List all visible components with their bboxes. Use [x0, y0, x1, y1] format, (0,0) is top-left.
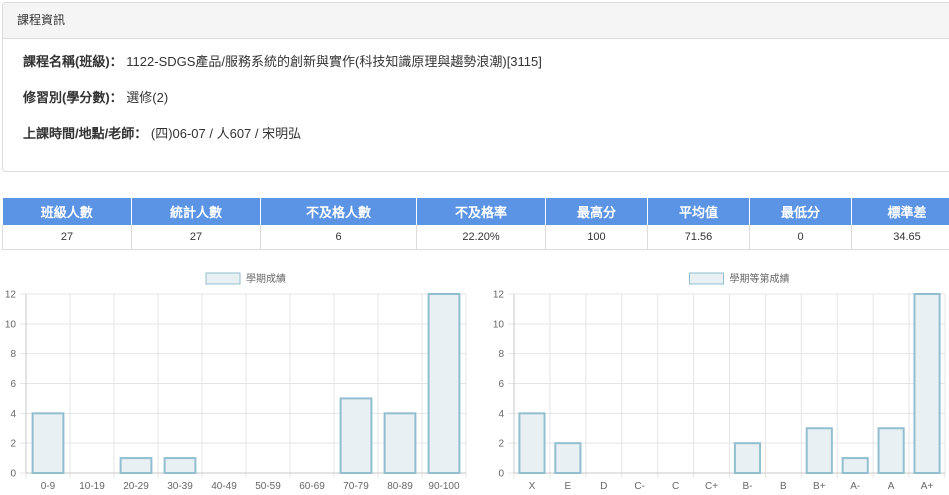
value-max-score: 100 [545, 225, 648, 250]
panel-title: 課程資訊 [3, 3, 949, 39]
statistics-value-row: 27 27 6 22.20% 100 71.56 0 34.65 [2, 225, 949, 250]
x-tick-label: A- [850, 481, 860, 492]
header-class-count: 班級人數 [2, 198, 132, 225]
y-tick-label: 2 [498, 439, 504, 450]
x-tick-label: B+ [813, 481, 826, 492]
y-tick-label: 0 [498, 469, 504, 480]
x-tick-label: D [600, 481, 607, 492]
bar-70-79 [339, 397, 373, 475]
y-tick-label: 10 [5, 319, 17, 330]
header-std-dev: 標準差 [851, 198, 949, 225]
bar-E [554, 442, 582, 475]
y-tick-label: 2 [10, 439, 16, 450]
bar-30-39 [163, 457, 197, 474]
bar-A- [841, 457, 869, 474]
course-time-label: 上課時間/地點/老師： [23, 126, 148, 141]
x-tick-label: C [672, 481, 679, 492]
x-tick-label: 30-39 [167, 481, 193, 492]
bar-A [877, 427, 905, 474]
y-tick-label: 4 [498, 409, 504, 420]
x-tick-label: C+ [705, 481, 718, 492]
bar-B+ [805, 427, 833, 474]
value-std-dev: 34.65 [851, 225, 949, 250]
y-tick-label: 12 [493, 290, 505, 301]
x-tick-label: 90-100 [428, 481, 460, 492]
value-average: 71.56 [647, 225, 750, 250]
header-stat-count: 統計人數 [131, 198, 261, 225]
header-min-score: 最低分 [749, 198, 852, 225]
statistics-header-row: 班級人數 統計人數 不及格人數 不及格率 最高分 平均值 最低分 標準差 [2, 198, 949, 225]
course-info-panel: 課程資訊 課程名稱(班級)： 1122-SDGS產品/服務系統的創新與實作(科技… [2, 2, 949, 172]
x-tick-label: X [529, 481, 536, 492]
x-tick-label: A [888, 481, 895, 492]
bar-0-9 [31, 412, 65, 474]
x-tick-label: E [565, 481, 572, 492]
value-class-count: 27 [2, 225, 132, 250]
y-tick-label: 0 [10, 469, 16, 480]
course-name-label: 課程名稱(班級)： [23, 54, 123, 69]
course-type-label: 修習別(學分數)： [23, 90, 123, 105]
course-type-value: 選修(2) [126, 90, 169, 105]
legend-label: 學期等第成績 [730, 272, 790, 285]
y-tick-label: 6 [498, 379, 504, 390]
bar-90-100 [427, 293, 461, 474]
value-fail-count: 6 [260, 225, 417, 250]
x-tick-label: B- [742, 481, 752, 492]
x-tick-label: 40-49 [211, 481, 237, 492]
y-tick-label: 6 [10, 379, 16, 390]
x-tick-label: C- [634, 481, 645, 492]
legend-swatch [689, 272, 724, 285]
value-min-score: 0 [749, 225, 852, 250]
bar-80-89 [383, 412, 417, 474]
y-tick-label: 10 [493, 319, 505, 330]
y-tick-label: 12 [5, 290, 17, 301]
header-fail-count: 不及格人數 [260, 198, 417, 225]
x-tick-label: 70-79 [343, 481, 369, 492]
value-stat-count: 27 [131, 225, 261, 250]
course-time-row: 上課時間/地點/老師： (四)06-07 / 人607 / 宋明弘 [23, 123, 941, 159]
header-average: 平均值 [647, 198, 750, 225]
x-tick-label: 80-89 [387, 481, 413, 492]
x-tick-label: B [780, 481, 787, 492]
header-max-score: 最高分 [545, 198, 648, 225]
x-tick-label: A+ [921, 481, 934, 492]
x-tick-label: 50-59 [255, 481, 281, 492]
x-tick-label: 60-69 [299, 481, 325, 492]
x-tick-label: 20-29 [123, 481, 149, 492]
y-tick-label: 8 [498, 349, 504, 360]
score-distribution-chart: 學期成績 0 2 4 6 8 10 12 0-9 10-19 20-29 30-39 40-49 50-5… [0, 268, 470, 495]
header-fail-rate: 不及格率 [416, 198, 546, 225]
course-type-row: 修習別(學分數)： 選修(2) [23, 87, 941, 123]
legend-label: 學期成績 [246, 272, 286, 285]
bar-X [518, 412, 546, 474]
grade-distribution-chart: 學期等第成績 0 2 4 6 8 10 12 X E D C- C C+ B- B B+ A- A A+ [478, 268, 949, 495]
score-chart-svg: 學期成績 0 2 4 6 8 10 12 0-9 10-19 20-29 30-39 40-49 50-5… [5, 272, 467, 492]
y-tick-label: 8 [10, 349, 16, 360]
course-time-value: (四)06-07 / 人607 / 宋明弘 [150, 126, 302, 141]
x-tick-label: 0-9 [41, 481, 56, 492]
grade-chart-svg: 學期等第成績 0 2 4 6 8 10 12 X E D C- C C+ B- B B+ A- A A+ [493, 272, 946, 492]
course-name-value: 1122-SDGS產品/服務系統的創新與實作(科技知識原理與趨勢浪潮)[3115… [126, 54, 542, 69]
value-fail-rate: 22.20% [416, 225, 546, 250]
course-info-body: 課程名稱(班級)： 1122-SDGS產品/服務系統的創新與實作(科技知識原理與… [3, 39, 949, 171]
bar-B- [733, 442, 762, 475]
course-name-row: 課程名稱(班級)： 1122-SDGS產品/服務系統的創新與實作(科技知識原理與… [23, 51, 941, 87]
x-tick-label: 10-19 [79, 481, 105, 492]
bar-A+ [913, 293, 941, 474]
bar-20-29 [119, 457, 153, 474]
legend-swatch [205, 272, 241, 285]
y-tick-label: 4 [10, 409, 16, 420]
statistics-table: 班級人數 統計人數 不及格人數 不及格率 最高分 平均值 最低分 標準差 27 … [2, 198, 949, 250]
